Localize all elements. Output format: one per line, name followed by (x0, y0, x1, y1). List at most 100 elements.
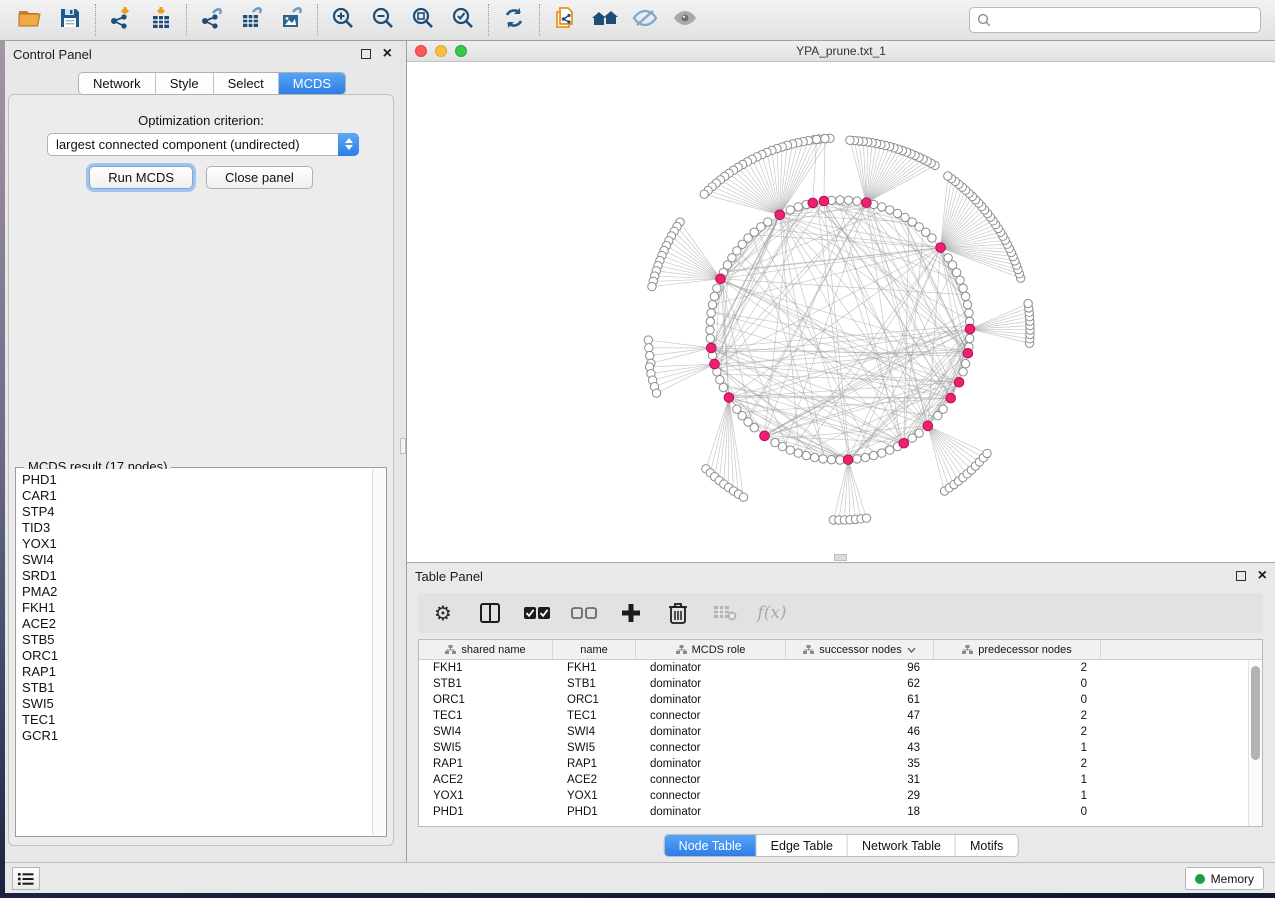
optimization-criterion-select[interactable]: largest connected component (undirected) (47, 133, 359, 156)
tab-edge-table[interactable]: Edge Table (757, 835, 848, 856)
mcds-result-item[interactable]: SWI4 (22, 552, 372, 568)
mcds-result-item[interactable]: SWI5 (22, 696, 372, 712)
tab-node-table[interactable]: Node Table (665, 835, 757, 856)
table-row[interactable]: PHD1PHD1dominator180 (419, 804, 1248, 820)
run-mcds-button[interactable]: Run MCDS (89, 166, 193, 189)
network-node[interactable] (862, 514, 870, 522)
network-node[interactable] (739, 493, 747, 501)
table-row[interactable]: STB1STB1dominator620 (419, 676, 1248, 692)
horizontal-splitter-grip[interactable] (834, 554, 847, 561)
hide-selected-button[interactable] (625, 3, 665, 37)
memory-button[interactable]: Memory (1185, 867, 1264, 890)
close-panel-button[interactable]: Close panel (206, 166, 313, 189)
network-node[interactable] (719, 383, 727, 391)
network-node[interactable] (794, 203, 802, 211)
column-header-successor-nodes[interactable]: successor nodes (786, 640, 934, 659)
network-node[interactable] (963, 300, 971, 308)
network-node[interactable] (983, 449, 991, 457)
import-network-button[interactable] (101, 3, 141, 37)
refresh-button[interactable] (494, 3, 534, 37)
network-node[interactable] (893, 209, 901, 217)
close-panel-icon[interactable]: × (383, 49, 392, 59)
mcds-result-item[interactable]: YOX1 (22, 536, 372, 552)
network-node[interactable] (812, 135, 820, 143)
close-panel-icon[interactable]: × (1258, 571, 1267, 581)
add-row-button[interactable] (618, 600, 644, 626)
task-history-button[interactable] (12, 867, 40, 890)
zoom-fit-button[interactable] (403, 3, 443, 37)
network-node[interactable] (853, 455, 861, 463)
network-node[interactable] (959, 368, 967, 376)
network-node[interactable] (786, 446, 794, 454)
first-neighbors-button[interactable] (585, 3, 625, 37)
mcds-hub-node[interactable] (808, 198, 818, 208)
table-row[interactable]: SWI5SWI5connector431 (419, 740, 1248, 756)
network-node[interactable] (706, 334, 714, 342)
float-panel-icon[interactable] (361, 49, 371, 59)
network-node[interactable] (965, 309, 973, 317)
zoom-in-button[interactable] (323, 3, 363, 37)
mcds-result-item[interactable]: STB1 (22, 680, 372, 696)
network-node[interactable] (939, 405, 947, 413)
network-node[interactable] (944, 254, 952, 262)
mcds-result-item[interactable]: GCR1 (22, 728, 372, 744)
network-node[interactable] (853, 197, 861, 205)
network-node[interactable] (648, 282, 656, 290)
select-all-button[interactable] (524, 600, 550, 626)
network-node[interactable] (794, 449, 802, 457)
network-node[interactable] (861, 453, 869, 461)
network-node[interactable] (956, 276, 964, 284)
save-session-button[interactable] (50, 3, 90, 37)
network-node[interactable] (821, 134, 829, 142)
network-node[interactable] (802, 451, 810, 459)
network-node[interactable] (961, 292, 969, 300)
mcds-result-list[interactable]: PHD1CAR1STP4TID3YOX1SWI4SRD1PMA2FKH1ACE2… (17, 469, 372, 835)
vertical-splitter[interactable] (400, 41, 407, 862)
table-settings-button[interactable]: ⚙ (430, 600, 456, 626)
table-row[interactable]: FKH1FKH1dominator962 (419, 660, 1248, 676)
function-builder-button[interactable]: f(x) (759, 600, 785, 626)
column-header-shared-name[interactable]: shared name (419, 640, 553, 659)
network-node[interactable] (961, 359, 969, 367)
column-header-name[interactable]: name (553, 640, 636, 659)
tab-style[interactable]: Style (156, 73, 214, 94)
mcds-list-scrollbar[interactable] (372, 469, 385, 835)
network-node[interactable] (645, 344, 653, 352)
export-network-button[interactable] (192, 3, 232, 37)
mcds-hub-node[interactable] (760, 431, 770, 441)
search-input[interactable] (996, 13, 1253, 28)
mcds-result-item[interactable]: TEC1 (22, 712, 372, 728)
table-row[interactable]: SWI4SWI4dominator462 (419, 724, 1248, 740)
splitter-grip[interactable] (400, 438, 406, 454)
network-node[interactable] (878, 203, 886, 211)
show-columns-button[interactable] (477, 600, 503, 626)
mcds-result-item[interactable]: FKH1 (22, 600, 372, 616)
mcds-hub-node[interactable] (963, 348, 973, 358)
table-row[interactable]: ACE2ACE2connector311 (419, 772, 1248, 788)
mcds-hub-node[interactable] (716, 274, 726, 284)
zoom-selected-button[interactable] (443, 3, 483, 37)
mcds-result-item[interactable]: RAP1 (22, 664, 372, 680)
mcds-result-item[interactable]: TID3 (22, 520, 372, 536)
network-node[interactable] (700, 190, 708, 198)
network-node[interactable] (844, 196, 852, 204)
column-header-predecessor-nodes[interactable]: predecessor nodes (934, 640, 1101, 659)
mcds-result-item[interactable]: PHD1 (22, 472, 372, 488)
network-node[interactable] (707, 309, 715, 317)
network-node[interactable] (846, 136, 854, 144)
network-canvas[interactable] (407, 62, 1275, 562)
network-node[interactable] (819, 455, 827, 463)
mcds-result-item[interactable]: ACE2 (22, 616, 372, 632)
network-node[interactable] (713, 284, 721, 292)
network-node[interactable] (750, 424, 758, 432)
network-node[interactable] (646, 351, 654, 359)
mcds-hub-node[interactable] (819, 196, 829, 206)
network-node[interactable] (827, 456, 835, 464)
new-network-from-selection-button[interactable] (545, 3, 585, 37)
network-node[interactable] (915, 429, 923, 437)
network-node[interactable] (644, 336, 652, 344)
network-node[interactable] (836, 196, 844, 204)
network-node[interactable] (786, 206, 794, 214)
tab-motifs[interactable]: Motifs (956, 835, 1017, 856)
network-node[interactable] (778, 442, 786, 450)
